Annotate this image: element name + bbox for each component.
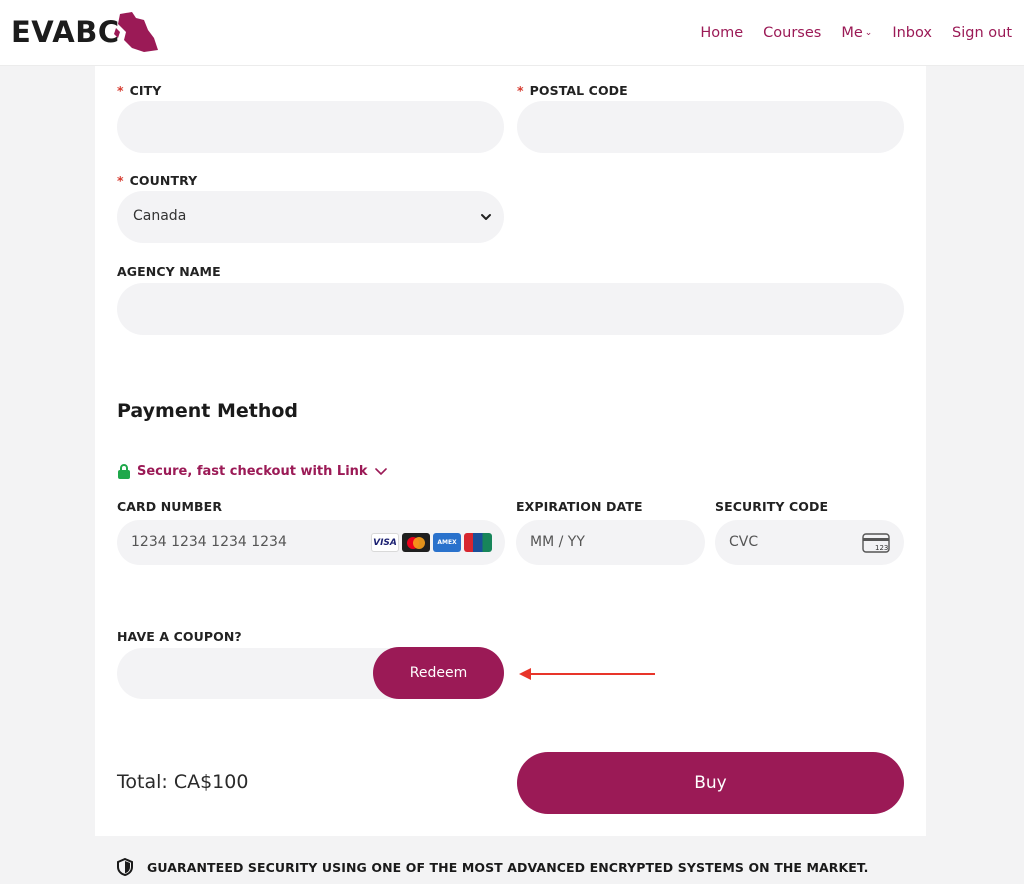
mastercard-circles-icon xyxy=(407,536,425,549)
chevron-down-icon xyxy=(481,214,491,220)
country-select[interactable]: Canada xyxy=(117,191,504,243)
security-note: GUARANTEED SECURITY USING ONE OF THE MOS… xyxy=(117,858,869,876)
chevron-down-icon xyxy=(374,468,387,476)
card-brands: VISA AMEX xyxy=(371,533,492,552)
security-code-input[interactable]: CVC 123 xyxy=(715,520,904,565)
expiration-date-input[interactable]: MM / YY xyxy=(516,520,705,565)
expiration-date-label: EXPIRATION DATE xyxy=(516,499,643,514)
site-logo[interactable]: EVABC xyxy=(11,10,160,54)
payment-method-title: Payment Method xyxy=(117,400,299,422)
main-nav: Home Courses Me ⌄ Inbox Sign out xyxy=(700,0,1012,66)
checkout-card xyxy=(95,66,926,836)
coupon-label: HAVE A COUPON? xyxy=(117,629,242,644)
card-number-label: CARD NUMBER xyxy=(117,499,223,514)
chevron-down-icon: ⌄ xyxy=(864,28,873,38)
city-label-text: CITY xyxy=(129,83,162,98)
country-label-text: COUNTRY xyxy=(129,173,198,188)
nav-sign-out[interactable]: Sign out xyxy=(952,25,1012,41)
agency-name-label: AGENCY NAME xyxy=(117,264,221,279)
postal-code-label: * POSTAL CODE xyxy=(517,83,628,98)
security-code-label: SECURITY CODE xyxy=(715,499,829,514)
link-checkout-toggle[interactable]: Secure, fast checkout with Link xyxy=(117,463,388,479)
amex-icon: AMEX xyxy=(433,533,461,552)
postal-code-label-text: POSTAL CODE xyxy=(529,83,628,98)
agency-name-label-text: AGENCY NAME xyxy=(117,264,221,279)
logo-text: EVABC xyxy=(11,15,120,49)
postal-code-input[interactable] xyxy=(517,101,904,153)
required-mark: * xyxy=(117,83,124,98)
cvc-card-icon: 123 xyxy=(862,533,890,553)
country-label: * COUNTRY xyxy=(117,173,197,188)
expiration-date-placeholder: MM / YY xyxy=(530,534,585,550)
shield-icon xyxy=(117,858,133,876)
mastercard-icon xyxy=(402,533,430,552)
unionpay-icon xyxy=(464,533,492,552)
nav-inbox[interactable]: Inbox xyxy=(892,25,932,41)
site-header: EVABC Home Courses Me ⌄ Inbox Sign out xyxy=(0,0,1024,66)
bc-map-logo-icon xyxy=(113,12,158,52)
visa-icon: VISA xyxy=(371,533,399,552)
annotation-arrow-icon xyxy=(519,668,655,680)
required-mark: * xyxy=(517,83,524,98)
redeem-button[interactable]: Redeem xyxy=(373,647,504,699)
country-selected-value: Canada xyxy=(133,208,187,224)
city-label: * CITY xyxy=(117,83,161,98)
agency-name-input[interactable] xyxy=(117,283,904,335)
required-mark: * xyxy=(117,173,124,188)
security-code-placeholder: CVC xyxy=(729,534,759,550)
nav-me-label: Me xyxy=(841,25,863,41)
cvc-card-digits: 123 xyxy=(875,544,888,552)
link-checkout-text: Secure, fast checkout with Link xyxy=(137,463,368,479)
security-note-text: GUARANTEED SECURITY USING ONE OF THE MOS… xyxy=(147,859,869,875)
nav-home[interactable]: Home xyxy=(700,25,743,41)
nav-me[interactable]: Me ⌄ xyxy=(841,25,872,41)
card-number-input[interactable]: 1234 1234 1234 1234 VISA AMEX xyxy=(117,520,505,565)
order-total: Total: CA$100 xyxy=(117,771,249,793)
nav-courses[interactable]: Courses xyxy=(763,25,821,41)
city-input[interactable] xyxy=(117,101,504,153)
card-number-placeholder: 1234 1234 1234 1234 xyxy=(131,534,287,550)
buy-button[interactable]: Buy xyxy=(517,752,904,814)
lock-icon xyxy=(118,464,130,479)
